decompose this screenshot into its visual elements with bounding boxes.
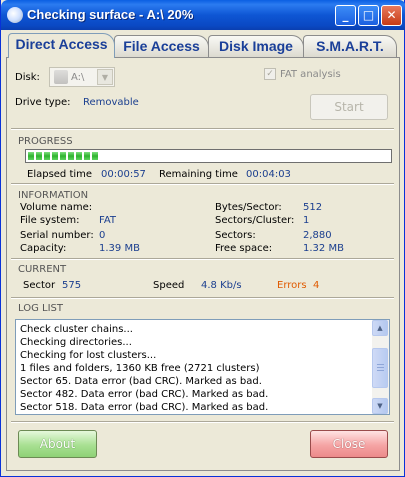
sectors-cluster-value: 1 [303,215,310,226]
log-line: Sector 65. Data error (bad CRC). Marked … [20,376,262,387]
sectors-cluster-label: Sectors/Cluster: [215,215,295,226]
progress-block [76,152,82,160]
sectors-value: 2,880 [303,230,332,241]
tab-direct-access[interactable]: Direct Access [8,33,115,58]
progress-block [44,152,50,160]
current-header: CURRENT [18,264,67,275]
log-list[interactable]: Check cluster chains... Checking director… [15,319,390,415]
floppy-drive-icon [54,70,68,84]
fat-analysis-label: FAT analysis [280,69,341,80]
sectors-label: Sectors: [215,230,256,241]
speed-value: 4.8 Kb/s [201,280,242,291]
start-button[interactable]: Start [310,94,388,120]
remaining-time-label: Remaining time [159,169,238,180]
elapsed-time-value: 00:00:57 [101,169,146,180]
elapsed-time-label: Elapsed time [27,169,93,180]
log-list-header: LOG LIST [18,303,63,314]
progress-block [60,152,66,160]
maximize-button[interactable]: □ [358,5,379,26]
divider [11,297,394,299]
log-lines: Check cluster chains... Checking director… [20,323,360,414]
progress-header: PROGRESS [18,136,73,147]
serial-number-value: 0 [99,230,106,241]
log-line: Check cluster chains... [20,324,133,335]
progress-block [92,152,98,160]
log-line: 1 files and folders, 1360 KB free (2721 … [20,363,260,374]
fat-analysis-checkbox[interactable]: ✓ [264,68,276,80]
log-scrollbar[interactable]: ▲ ▼ [372,320,389,414]
capacity-value: 1.39 MB [99,243,140,254]
disk-label: Disk: [15,72,40,83]
sector-value: 575 [62,280,82,291]
close-window-button[interactable]: ✕ [381,5,402,26]
tab-file-access[interactable]: File Access [114,35,209,57]
scroll-up-icon[interactable]: ▲ [372,320,388,336]
disk-select-value: A:\ [71,72,85,83]
about-button[interactable]: About [18,430,97,458]
volume-name-label: Volume name: [20,202,93,213]
progress-fill [28,152,107,160]
progress-block [52,152,58,160]
title-bar[interactable]: Checking surface - A:\ 20% _ □ ✕ [1,0,405,30]
drive-type-value: Removable [83,97,139,108]
free-space-label: Free space: [215,243,273,254]
serial-number-label: Serial number: [20,230,94,241]
file-system-label: File system: [20,215,80,226]
minimize-button[interactable]: _ [335,5,356,26]
information-header: INFORMATION [18,190,89,201]
log-line: Checking for lost clusters... [20,350,157,361]
sector-label: Sector [23,280,56,291]
drive-type-label: Drive type: [15,97,71,108]
divider [11,258,394,260]
divider [11,183,394,185]
log-line: Sector 482. Data error (bad CRC). Marked… [20,389,269,400]
tab-smart[interactable]: S.M.A.R.T. [303,35,397,57]
file-system-value: FAT [99,215,117,226]
window-title: Checking surface - A:\ 20% [27,7,194,22]
main-window: Checking surface - A:\ 20% _ □ ✕ Direct … [0,0,405,477]
progress-block [28,152,34,160]
divider [11,128,394,130]
capacity-label: Capacity: [20,243,67,254]
disk-select[interactable]: A:\ ▼ [49,67,115,87]
progress-block [68,152,74,160]
tab-disk-image[interactable]: Disk Image [208,35,304,57]
progress-bar [25,149,392,163]
progress-block [84,152,90,160]
free-space-value: 1.32 MB [303,243,344,254]
speed-label: Speed [153,280,185,291]
log-line: Checking directories... [20,337,132,348]
bytes-sector-label: Bytes/Sector: [215,202,282,213]
bytes-sector-value: 512 [303,202,323,213]
close-button[interactable]: Close [310,430,388,458]
errors-label: Errors [277,280,307,291]
errors-value: 4 [313,280,320,291]
remaining-time-value: 00:04:03 [246,169,291,180]
scroll-thumb[interactable] [372,348,388,388]
log-line: Sector 518. Data error (bad CRC). Marked… [20,402,269,413]
chevron-down-icon[interactable]: ▼ [97,69,113,85]
app-icon [7,7,23,23]
scroll-down-icon[interactable]: ▼ [372,398,388,414]
divider [11,421,394,423]
progress-block [36,152,42,160]
